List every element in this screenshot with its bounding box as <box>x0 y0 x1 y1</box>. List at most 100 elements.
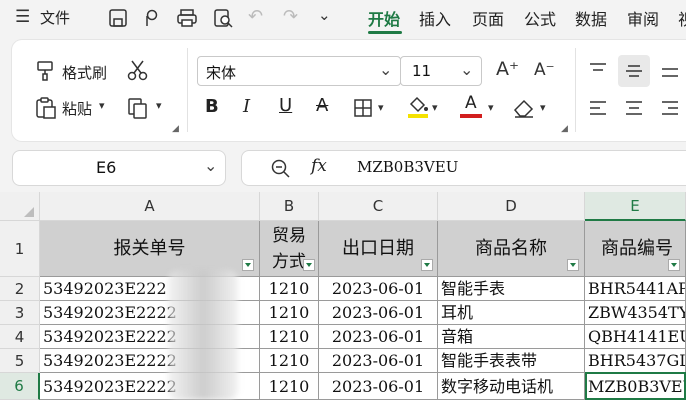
border-dropdown-icon[interactable]: ▾ <box>378 101 384 114</box>
table-cell-trade-mode[interactable]: 1210 <box>260 349 319 373</box>
header-cell-product-name[interactable]: 商品名称 <box>438 221 585 277</box>
row-header-1[interactable]: 1 <box>0 221 40 277</box>
table-cell-product-name[interactable]: 智能手表 <box>438 277 585 301</box>
header-cell-customs-no[interactable]: 报关单号 <box>40 221 260 277</box>
table-cell-product-code[interactable]: ZBW4354TY <box>585 301 686 325</box>
name-box-chevron-icon[interactable]: ⌄ <box>204 156 217 175</box>
font-size-value: 11 <box>412 62 432 80</box>
tab-review[interactable]: 审阅 <box>627 6 659 30</box>
fill-color-icon[interactable] <box>406 94 430 120</box>
formula-bar[interactable] <box>241 150 686 186</box>
formula-value[interactable]: MZB0B3VEU <box>357 158 458 176</box>
font-color-icon[interactable]: A <box>465 93 477 113</box>
format-painter-button[interactable]: 格式刷 <box>62 62 107 83</box>
table-cell-export-date[interactable]: 2023-06-01 <box>319 373 438 400</box>
font-name-chevron-icon[interactable]: ⌄ <box>379 60 392 79</box>
filter-dropdown-icon[interactable] <box>567 259 579 271</box>
eraser-icon[interactable] <box>512 96 536 118</box>
paste-button[interactable]: 粘贴 <box>62 98 92 119</box>
filter-dropdown-icon[interactable] <box>303 259 315 271</box>
zoom-search-icon[interactable] <box>270 158 292 180</box>
table-cell-trade-mode[interactable]: 1210 <box>260 373 319 400</box>
table-cell-product-code[interactable]: BHR5437GL <box>585 349 686 373</box>
table-cell-product-code[interactable]: BHR5441AP <box>585 277 686 301</box>
table-cell-product-name[interactable]: 耳机 <box>438 301 585 325</box>
copy-dropdown-icon[interactable]: ▾ <box>156 99 162 112</box>
hamburger-menu-icon[interactable]: ☰ <box>15 7 30 27</box>
font-launcher-icon[interactable]: ◢ <box>561 124 568 134</box>
fill-color-dropdown-icon[interactable]: ▾ <box>432 101 438 114</box>
table-cell-product-name[interactable]: 数字移动电话机 <box>438 373 585 400</box>
filter-dropdown-icon[interactable] <box>668 259 680 271</box>
copy-icon[interactable] <box>126 96 150 120</box>
filter-dropdown-icon[interactable] <box>242 259 254 271</box>
underline-icon[interactable]: U <box>279 95 292 116</box>
corner-triangle-icon <box>24 207 34 217</box>
table-cell-trade-mode[interactable]: 1210 <box>260 325 319 349</box>
font-color-dropdown-icon[interactable]: ▾ <box>488 101 494 114</box>
align-top-icon[interactable] <box>588 61 608 79</box>
align-center-icon[interactable] <box>624 99 644 117</box>
column-header-b[interactable]: B <box>260 192 319 221</box>
print-icon[interactable] <box>176 8 198 28</box>
table-cell-product-name[interactable]: 音箱 <box>438 325 585 349</box>
row-header-4[interactable]: 4 <box>0 325 40 349</box>
row-header-6[interactable]: 6 <box>0 373 40 400</box>
border-icon[interactable] <box>353 98 373 118</box>
decrease-font-size-icon[interactable]: A⁻ <box>534 60 555 80</box>
strikethrough-icon[interactable]: A <box>316 95 328 116</box>
table-cell-export-date[interactable]: 2023-06-01 <box>319 301 438 325</box>
undo-icon[interactable]: ↶ <box>248 6 263 27</box>
export-pdf-icon[interactable] <box>141 8 161 28</box>
tab-view[interactable]: 视 <box>678 6 686 30</box>
name-box-value: E6 <box>96 158 117 177</box>
italic-icon[interactable]: I <box>243 96 250 117</box>
increase-font-size-icon[interactable]: A⁺ <box>496 58 519 80</box>
ribbon-divider-2 <box>575 48 576 132</box>
active-cell-border <box>585 372 686 400</box>
redo-icon[interactable]: ↷ <box>283 6 298 27</box>
table-cell-export-date[interactable]: 2023-06-01 <box>319 277 438 301</box>
row-header-5[interactable]: 5 <box>0 349 40 373</box>
tab-page[interactable]: 页面 <box>472 6 504 30</box>
table-cell-trade-mode[interactable]: 1210 <box>260 277 319 301</box>
align-left-icon[interactable] <box>588 99 608 117</box>
align-middle-icon[interactable] <box>624 61 644 79</box>
column-header-c[interactable]: C <box>319 192 438 221</box>
format-painter-icon <box>37 61 53 81</box>
function-fx-icon[interactable]: fx <box>311 156 327 176</box>
file-menu[interactable]: 文件 <box>40 7 70 28</box>
table-cell-export-date[interactable]: 2023-06-01 <box>319 349 438 373</box>
table-cell-product-name[interactable]: 智能手表表带 <box>438 349 585 373</box>
paste-dropdown-icon[interactable]: ▾ <box>99 99 105 112</box>
column-header-e[interactable]: E <box>585 192 686 221</box>
bold-icon[interactable]: B <box>205 96 219 117</box>
active-tab-indicator <box>368 31 402 34</box>
print-preview-icon[interactable] <box>212 8 234 28</box>
save-icon[interactable] <box>108 8 128 28</box>
table-cell-product-code[interactable]: QBH4141EU <box>585 325 686 349</box>
table-cell-trade-mode[interactable]: 1210 <box>260 301 319 325</box>
align-right-icon[interactable] <box>660 99 680 117</box>
column-header-a[interactable]: A <box>40 192 260 221</box>
align-bottom-icon[interactable] <box>660 61 680 79</box>
font-size-chevron-icon[interactable]: ⌄ <box>460 60 473 79</box>
cut-icon[interactable] <box>126 59 150 83</box>
tab-insert[interactable]: 插入 <box>419 6 451 30</box>
filter-dropdown-icon[interactable] <box>421 259 433 271</box>
clipboard-launcher-icon[interactable]: ◢ <box>172 124 179 134</box>
paste-icon <box>36 97 56 119</box>
name-box[interactable] <box>12 150 226 186</box>
tab-data[interactable]: 数据 <box>575 6 607 30</box>
row-header-3[interactable]: 3 <box>0 301 40 325</box>
menu-bar: ☰ 文件 ↶ ↷ ⌄ 开始 插入 页面 公式 数据 审阅 视 <box>0 0 686 36</box>
tab-home[interactable]: 开始 <box>368 6 400 30</box>
eraser-dropdown-icon[interactable]: ▾ <box>540 101 546 114</box>
ribbon-divider <box>187 48 188 132</box>
tab-formula[interactable]: 公式 <box>524 6 556 30</box>
font-color-swatch <box>460 114 482 118</box>
column-header-d[interactable]: D <box>438 192 585 221</box>
chevron-down-icon[interactable]: ⌄ <box>318 6 331 24</box>
table-cell-export-date[interactable]: 2023-06-01 <box>319 325 438 349</box>
row-header-2[interactable]: 2 <box>0 277 40 301</box>
